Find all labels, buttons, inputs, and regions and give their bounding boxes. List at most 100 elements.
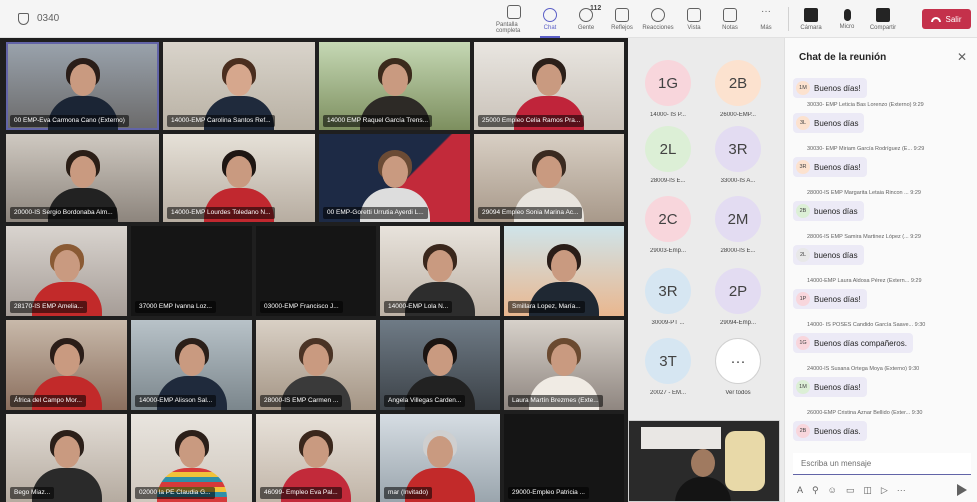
participant-avatar[interactable]: 1G 14000- IS P... [638,60,698,118]
video-tile[interactable]: 03000-EMP Francisco J... [256,226,376,316]
participant-avatar[interactable]: 3R 33000-IS A... [708,126,768,184]
participant-avatar[interactable]: 3R 30009-PT ... [638,268,698,326]
video-tile[interactable]: 25000 Empleo Celia Ramos Pra... [474,42,624,130]
video-tile[interactable]: África del Campo Mor... [6,320,127,410]
more-options-icon[interactable]: ··· [897,485,906,496]
sender-avatar: 1P [796,292,810,306]
participant-avatar[interactable]: 3T 20027 - EM... [638,338,698,396]
participant-name: 02000 la PE Claudia G... [135,487,215,499]
fullscreen-button[interactable]: Pantalla completa [496,0,532,38]
message-text: Buenos días! [814,162,861,172]
video-tile[interactable]: 02000 la PE Claudia G... [131,414,252,502]
notes-button[interactable]: Notas [712,0,748,38]
message-bubble: 2B Buenos días. [793,421,867,441]
participant-avatar[interactable]: 2B 26000-EMP... [708,60,768,118]
camera-icon [804,7,818,22]
sender-avatar: 2L [796,248,810,262]
view-button[interactable]: Vista [676,0,712,38]
sender-avatar: 1M [796,380,810,394]
close-icon[interactable]: ✕ [957,50,967,64]
avatar-label: 33000-IS A... [720,178,756,184]
format-icon[interactable]: A [797,485,803,496]
message-meta: 14000- IS POSES Candido García Saave... … [807,322,926,328]
sender-avatar: 1M [796,81,810,95]
chat-message: 14000- IS POSES Candido García Saave... … [793,322,973,353]
video-tile[interactable]: 28170-IS EMP Amelia... [6,226,127,316]
loop-icon[interactable]: ▷ [881,485,888,496]
participant-avatar[interactable]: 2C 29003-Emp... [638,196,698,254]
leave-button[interactable]: Salir [922,9,971,29]
meeting-toolbar: 0340 Pantalla completa Chat 112 Gente Re… [0,0,977,38]
sender-avatar: 3L [796,116,810,130]
gif-icon[interactable]: ▭ [846,485,855,496]
participant-name: 14000-EMP Lourdes Toledano N... [167,207,275,219]
video-tile[interactable]: 46099- Empleo Eva Pal... [256,414,376,502]
chat-message: 30030- EMP Miriam García Rodríguez (E...… [793,146,973,177]
video-tile[interactable]: 20000-IS Sergio Bordonaba Alm... [6,134,159,222]
emoji-icon[interactable]: ☺ [828,485,837,496]
participant-avatar[interactable]: 2M 28000-IS E... [708,196,768,254]
avatar-label: 29003-Emp... [649,248,687,254]
avatar-initials: 2C [645,196,691,242]
video-tile[interactable]: Smillara Lopez, María... [504,226,624,316]
participant-name: 14000 EMP Raquel García Trens... [323,115,433,127]
chat-title: Chat de la reunión [799,52,887,63]
share-button[interactable]: Compartir [865,0,901,38]
avatar-label: Ver todos [725,390,751,396]
participant-count: 112 [590,5,602,12]
video-tile[interactable]: 37000 EMP Ivanna Loz... [131,226,252,316]
video-tile[interactable]: 00 EMP-Goretti Urrutia Ayerdi L... [319,134,470,222]
video-tile[interactable]: 00 EMP-Eva Carmona Cano (Externo) [6,42,159,130]
avatar-label: 28009-IS E... [650,178,686,184]
participant-avatar[interactable]: 2P 29094-Emp... [708,268,768,326]
avatar-initials: 3T [645,338,691,384]
chat-compose-input[interactable]: Escriba un mensaje [793,453,971,475]
timer-text: 0340 [37,13,60,24]
video-tile[interactable]: 14000-EMP Lola N... [380,226,500,316]
sticker-icon[interactable]: ◫ [863,485,872,496]
avatar-initials: 2B [715,60,761,106]
chat-button[interactable]: Chat [532,0,568,38]
view-all-participants-button[interactable]: ··· Ver todos [708,338,768,396]
avatar-initials: 1G [645,60,691,106]
camera-button[interactable]: Cámara [793,0,829,38]
video-tile[interactable]: 14000 EMP Raquel García Trens... [319,42,470,130]
reactions-button[interactable]: Reacciones [640,0,676,38]
avatar-initials: 2L [645,126,691,172]
avatar-label: 26000-EMP... [720,112,756,118]
video-tile[interactable]: 29000-Empleo Patricia ... [504,414,624,502]
avatar-initials: 3R [715,126,761,172]
video-tile[interactable]: mar (Invitado) [380,414,500,502]
attach-icon[interactable]: ⚲ [812,485,819,496]
participant-name: 03000-EMP Francisco J... [260,301,343,313]
message-text: Buenos días. [814,426,861,436]
more-button[interactable]: ··· Más [748,0,784,38]
participant-avatar[interactable]: 2L 28009-IS E... [638,126,698,184]
video-tile[interactable]: 29094 Empleo Sonia Marina Ac... [474,134,624,222]
share-icon [876,7,890,22]
message-text: buenos días [814,250,858,260]
video-tile[interactable]: Laura Martín Brezmes (Exte... [504,320,624,410]
participant-name: Bego Miaz... [10,487,55,499]
video-tile[interactable]: Angela Villegas Carden... [380,320,500,410]
video-grid: 00 EMP-Eva Carmona Cano (Externo) 14000-… [0,38,628,502]
participant-name: 29000-Empleo Patricia ... [508,487,589,499]
meeting-chat-panel: Chat de la reunión ✕ 1M Buenos días! 300… [784,38,977,502]
self-view-video[interactable] [628,420,780,502]
participant-name: 37000 EMP Ivanna Loz... [135,301,216,313]
raise-hand-button[interactable]: Reflejos [604,0,640,38]
mic-button[interactable]: Micro [829,0,865,38]
video-tile[interactable]: 14000-EMP Lourdes Toledano N... [163,134,315,222]
video-tile[interactable]: 28000-IS EMP Carmen ... [256,320,376,410]
video-tile[interactable]: Bego Miaz... [6,414,127,502]
people-button[interactable]: 112 Gente [568,0,604,38]
ellipsis-icon: ··· [761,5,771,17]
video-tile[interactable]: 14000-EMP Carolina Santos Ref... [163,42,315,130]
send-icon[interactable] [957,484,967,496]
message-bubble: 1P Buenos días! [793,289,867,309]
chat-message: 28000-IS EMP Margarita Letaia Rincon ...… [793,190,973,221]
toolbar-divider [788,7,789,31]
hand-icon [615,7,629,22]
sender-avatar: 3R [796,160,810,174]
video-tile[interactable]: 14000-EMP Alisson Sal... [131,320,252,410]
